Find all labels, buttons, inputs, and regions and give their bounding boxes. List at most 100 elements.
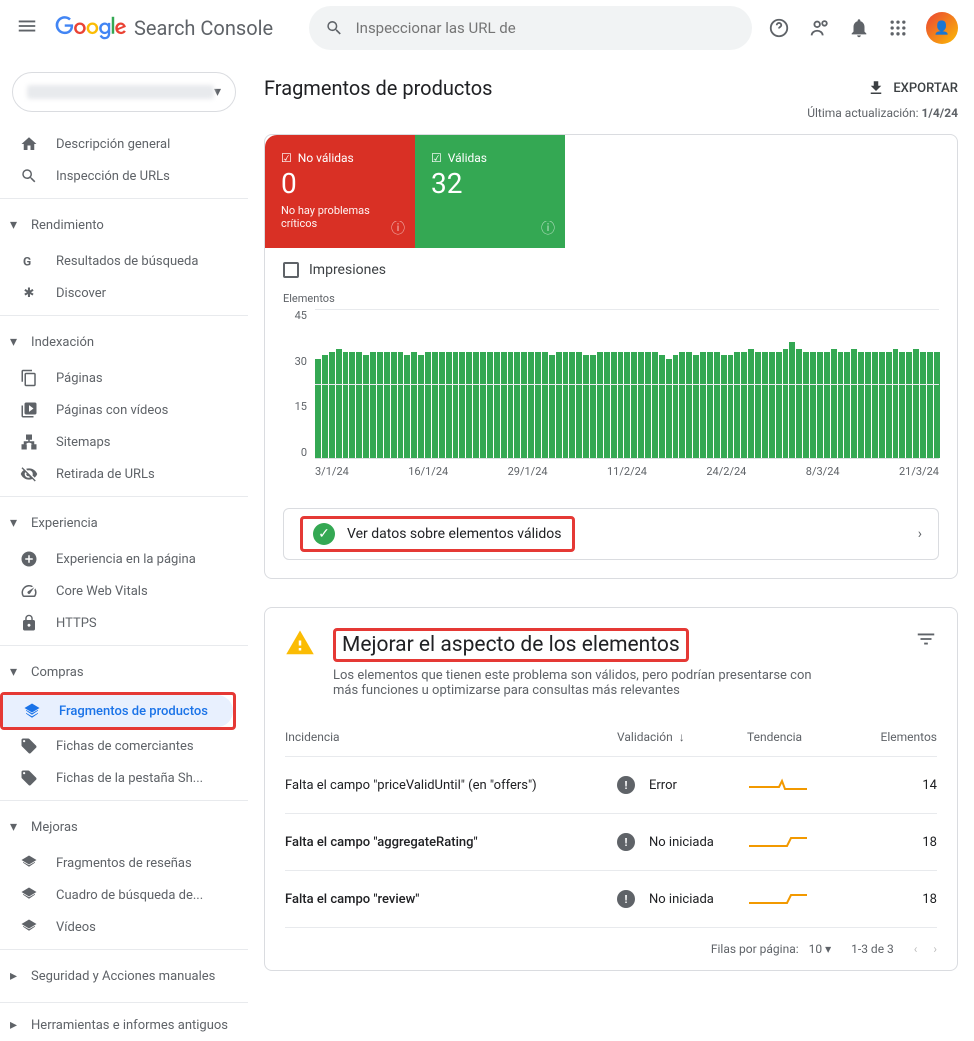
sidebar-item-overview[interactable]: Descripción general (0, 128, 236, 160)
sidebar-label: Vídeos (56, 920, 96, 935)
col-validation[interactable]: Validación↓ (617, 730, 747, 744)
sidebar-section-legacy[interactable]: ▸Herramientas e informes antiguos (0, 1009, 248, 1041)
help-icon[interactable]: ⓘ (541, 218, 555, 238)
status-label: No válidas (298, 151, 354, 165)
sidebar-item-shopping-tab[interactable]: Fichas de la pestaña Sh... (0, 762, 236, 794)
search-icon (325, 18, 344, 38)
sidebar-label: Core Web Vitals (56, 584, 148, 599)
product-name: Search Console (134, 16, 273, 40)
sidebar-item-removals[interactable]: Retirada de URLs (0, 458, 236, 490)
prev-page-button[interactable]: ‹ (914, 942, 918, 956)
apps-icon[interactable] (888, 18, 908, 38)
sidebar-item-cwv[interactable]: Core Web Vitals (0, 575, 236, 607)
export-label: EXPORTAR (893, 81, 958, 96)
chevron-down-icon: ▾ (10, 217, 17, 233)
chart-bars (315, 309, 939, 459)
cell-incidence: Falta el campo "review" (285, 892, 617, 907)
export-button[interactable]: EXPORTAR (867, 79, 958, 97)
help-icon[interactable]: ⓘ (391, 218, 405, 238)
avatar[interactable]: 👤 (926, 12, 958, 44)
filter-icon[interactable] (915, 628, 937, 654)
sidebar-label: Sitemaps (56, 435, 111, 450)
sidebar-label: Discover (56, 286, 106, 301)
chart-y-label: Elementos (283, 292, 939, 305)
sidebar-item-discover[interactable]: ✱Discover (0, 277, 236, 309)
sidebar-item-url-inspection[interactable]: Inspección de URLs (0, 160, 236, 192)
sidebar-section-performance[interactable]: ▾ Rendimiento (0, 205, 248, 245)
status-count: 0 (281, 167, 399, 200)
sidebar-section-experience[interactable]: ▾Experiencia (0, 503, 248, 543)
sidebar-section-label: Rendimiento (31, 218, 104, 233)
valid-elements-link[interactable]: ✓ Ver datos sobre elementos válidos › (283, 508, 939, 560)
sidebar-section-security[interactable]: ▸Seguridad y Acciones manuales (0, 956, 248, 996)
next-page-button[interactable]: › (933, 942, 937, 956)
table-header: Incidencia Validación↓ Tendencia Element… (285, 718, 937, 757)
chevron-right-icon: › (918, 526, 922, 542)
improve-subtitle: Los elementos que tienen este problema s… (333, 668, 833, 698)
status-card-valid[interactable]: ☑Válidas 32 ⓘ (415, 135, 565, 248)
sidebar-item-pages[interactable]: Páginas (0, 362, 236, 394)
col-incidence[interactable]: Incidencia (285, 730, 617, 744)
search-icon (20, 167, 38, 185)
sidebar-label: Fichas de comerciantes (56, 739, 194, 754)
check-circle-icon: ✓ (313, 523, 335, 545)
sidebar-item-product-snippets[interactable]: Fragmentos de productos (3, 695, 233, 727)
info-badge-icon: ! (617, 776, 635, 794)
sidebar-label: Cuadro de búsqueda de... (56, 888, 203, 903)
sidebar-label: Fichas de la pestaña Sh... (56, 771, 203, 786)
sidebar-label: HTTPS (56, 616, 97, 631)
property-selector[interactable]: ▾ (12, 72, 236, 112)
sidebar-section-enhancements[interactable]: ▾ Mejoras (0, 807, 248, 847)
hide-icon (20, 465, 38, 483)
sidebar-item-merchant-listings[interactable]: Fichas de comerciantes (0, 730, 236, 762)
google-icon: G (20, 252, 38, 270)
chart: Elementos 4530150 3/1/2416/1/2429/1/2411… (265, 292, 957, 488)
sidebar-section-indexing[interactable]: ▾Indexación (0, 322, 248, 362)
impressions-label: Impresiones (309, 262, 386, 278)
video-icon (20, 401, 38, 419)
sidebar-item-https[interactable]: HTTPS (0, 607, 236, 639)
home-icon (20, 135, 38, 153)
sidebar-item-sitelinks-search[interactable]: Cuadro de búsqueda de... (0, 879, 236, 911)
sidebar-item-search-results[interactable]: GResultados de búsqueda (0, 245, 236, 277)
search-input[interactable] (356, 19, 736, 37)
rows-per-page-select[interactable]: 10 ▾ (809, 942, 832, 956)
impressions-toggle[interactable]: Impresiones (265, 248, 957, 292)
cell-incidence: Falta el campo "aggregateRating" (285, 835, 617, 850)
sidebar-item-sitemaps[interactable]: Sitemaps (0, 426, 236, 458)
chevron-down-icon: ▾ (10, 664, 17, 680)
chevron-down-icon: ▾ (10, 334, 17, 350)
help-icon[interactable] (768, 17, 790, 39)
cell-elements: 18 (847, 892, 937, 907)
warning-icon (285, 628, 315, 665)
chevron-down-icon: ▾ (10, 819, 17, 835)
users-icon[interactable] (808, 17, 830, 39)
sidebar-section-label: Mejoras (31, 820, 78, 835)
sidebar-item-videos[interactable]: Vídeos (0, 911, 236, 943)
menu-icon[interactable] (16, 15, 38, 41)
sidebar: ▾ Descripción general Inspección de URLs… (0, 56, 248, 1041)
sidebar-item-video-pages[interactable]: Páginas con vídeos (0, 394, 236, 426)
sidebar-label: Inspección de URLs (56, 169, 170, 184)
cell-validation: !No iniciada (617, 890, 747, 908)
cell-elements: 14 (847, 778, 937, 793)
status-card-invalid[interactable]: ☑No válidas 0 No hay problemas críticos … (265, 135, 415, 248)
search-box[interactable] (309, 6, 752, 50)
col-trend[interactable]: Tendencia (747, 730, 847, 744)
status-label: Válidas (448, 151, 487, 165)
sidebar-label: Páginas con vídeos (56, 403, 168, 418)
arrow-down-icon: ↓ (679, 730, 685, 744)
logo: Search Console (54, 16, 273, 40)
table-row[interactable]: Falta el campo "review"!No iniciada 18 (285, 871, 937, 928)
chevron-right-icon: ▸ (10, 1017, 17, 1033)
table-row[interactable]: Falta el campo "priceValidUntil" (en "of… (285, 757, 937, 814)
sidebar-section-shopping[interactable]: ▾Compras (0, 652, 248, 692)
sidebar-item-page-experience[interactable]: Experiencia en la página (0, 543, 236, 575)
lock-icon (20, 614, 38, 632)
cell-trend (747, 771, 847, 799)
col-elements[interactable]: Elementos (847, 730, 937, 744)
notifications-icon[interactable] (848, 17, 870, 39)
sidebar-item-review-snippets[interactable]: Fragmentos de reseñas (0, 847, 236, 879)
table-row[interactable]: Falta el campo "aggregateRating"!No inic… (285, 814, 937, 871)
checkbox-icon[interactable] (283, 262, 299, 278)
